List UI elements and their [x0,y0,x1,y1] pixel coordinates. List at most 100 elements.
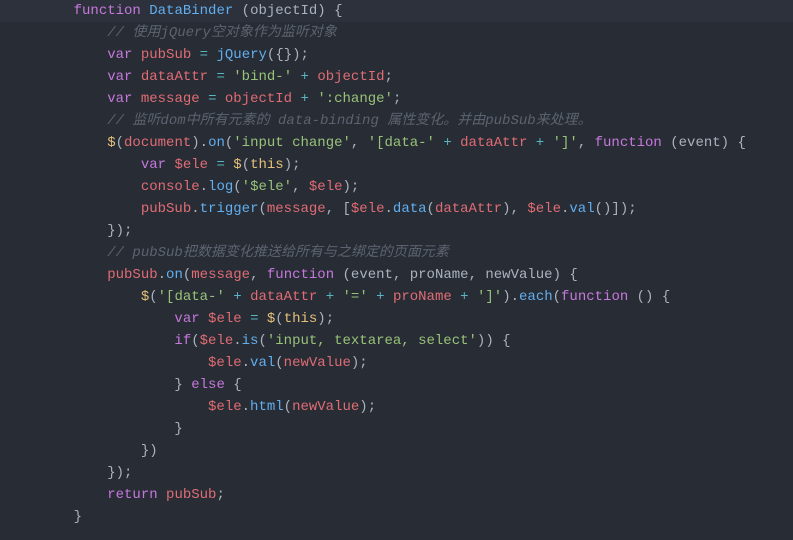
token-paren: ) [292,47,300,63]
token-paren: ) [116,223,124,239]
token-punct: ; [393,91,401,107]
code-line[interactable]: } else { [0,374,793,396]
token-paren: ) [343,179,351,195]
token-str: '=' [343,289,368,305]
token-var: $ele [527,201,561,217]
token-method: log [208,179,233,195]
token-var: $ele [208,355,242,371]
token-str: 'input, textarea, select' [267,333,477,349]
code-line[interactable]: var $ele = $(this); [0,308,793,330]
token-paren: ) [191,135,199,151]
token-op: + [301,91,309,107]
token-brace: } [174,421,182,437]
token-brace: { [502,333,510,349]
code-line[interactable]: pubSub.trigger(message, [$ele.data(dataA… [0,198,793,220]
token-var: pubSub [141,201,191,217]
token-dollar: $ [107,135,115,151]
code-line[interactable]: var dataAttr = 'bind-' + objectId; [0,66,793,88]
token-punct: ; [628,201,636,217]
token-var: $ele [309,179,343,195]
token-paren: ( [275,355,283,371]
token-var: dataAttr [250,289,317,305]
code-line[interactable]: $('[data-' + dataAttr + '=' + proName + … [0,286,793,308]
token-kw: var [174,311,199,327]
token-kw: function [267,267,334,283]
code-line[interactable]: $(document).on('input change', '[data-' … [0,132,793,154]
code-line[interactable]: var $ele = $(this); [0,154,793,176]
token-this: this [284,311,318,327]
token-punct: . [385,201,393,217]
token-op: + [443,135,451,151]
code-line[interactable]: $ele.html(newValue); [0,396,793,418]
token-str: '$ele' [242,179,292,195]
token-op: + [326,289,334,305]
code-line[interactable]: // pubSub把数据变化推送给所有与之绑定的页面元素 [0,242,793,264]
token-bracket: [ [343,201,351,217]
token-paren: ( [258,201,266,217]
token-brace: } [107,465,115,481]
token-paren: () [637,289,654,305]
token-punct: ; [368,399,376,415]
code-line[interactable]: } [0,506,793,528]
token-paren: ) [502,289,510,305]
token-var: objectId [225,91,292,107]
token-method: trigger [200,201,259,217]
token-paren: ( [427,201,435,217]
token-str: ':change' [317,91,393,107]
code-editor[interactable]: function DataBinder (objectId) { // 使用jQ… [0,0,793,528]
token-str: '[data-' [158,289,225,305]
code-line[interactable]: pubSub.on(message, function (event, proN… [0,264,793,286]
token-comment: // pubSub把数据变化推送给所有与之绑定的页面元素 [107,245,449,261]
code-line[interactable]: return pubSub; [0,484,793,506]
code-line[interactable]: }); [0,220,793,242]
code-line[interactable]: }); [0,462,793,484]
token-paren: ( [284,399,292,415]
token-punct: , [469,267,477,283]
token-str: ']' [553,135,578,151]
token-kw: if [174,333,191,349]
token-kw: var [141,157,166,173]
token-var: dataAttr [460,135,527,151]
token-paren: ( [258,333,266,349]
code-line[interactable]: var pubSub = jQuery({}); [0,44,793,66]
token-kw: else [191,377,225,393]
code-line[interactable]: function DataBinder (objectId) { [0,0,793,22]
token-op: + [301,69,309,85]
token-var: dataAttr [141,69,208,85]
token-bracket: ] [611,201,619,217]
code-line[interactable]: console.log('$ele', $ele); [0,176,793,198]
token-brace: { [334,3,342,19]
token-punct: , [511,201,519,217]
code-line[interactable]: $ele.val(newValue); [0,352,793,374]
token-op: = [216,69,224,85]
token-var: pubSub [107,267,157,283]
token-punct: . [200,135,208,151]
token-paren: ) [553,267,561,283]
code-line[interactable]: } [0,418,793,440]
token-paren: )) [477,333,494,349]
token-punct: . [191,201,199,217]
token-paren: ) [317,3,325,19]
token-punct: ; [351,179,359,195]
token-punct: ; [326,311,334,327]
token-kw: var [107,69,132,85]
token-punct: . [511,289,519,305]
code-line[interactable]: var message = objectId + ':change'; [0,88,793,110]
token-str: '[data-' [368,135,435,151]
token-this: this [250,157,284,173]
token-paren: ( [149,289,157,305]
token-brace: { [233,377,241,393]
code-line[interactable]: if($ele.is('input, textarea, select')) { [0,330,793,352]
token-kw: var [107,91,132,107]
code-line[interactable]: }) [0,440,793,462]
code-line[interactable]: // 使用jQuery空对象作为监听对象 [0,22,793,44]
token-punct: ; [385,69,393,85]
token-op: = [200,47,208,63]
token-method: is [242,333,259,349]
code-line[interactable]: // 监听dom中所有元素的 data-binding 属性变化。并由pubSu… [0,110,793,132]
token-method: on [208,135,225,151]
token-punct: ; [124,465,132,481]
token-method: val [569,201,594,217]
token-var: pubSub [166,487,216,503]
token-paren: ) [502,201,510,217]
